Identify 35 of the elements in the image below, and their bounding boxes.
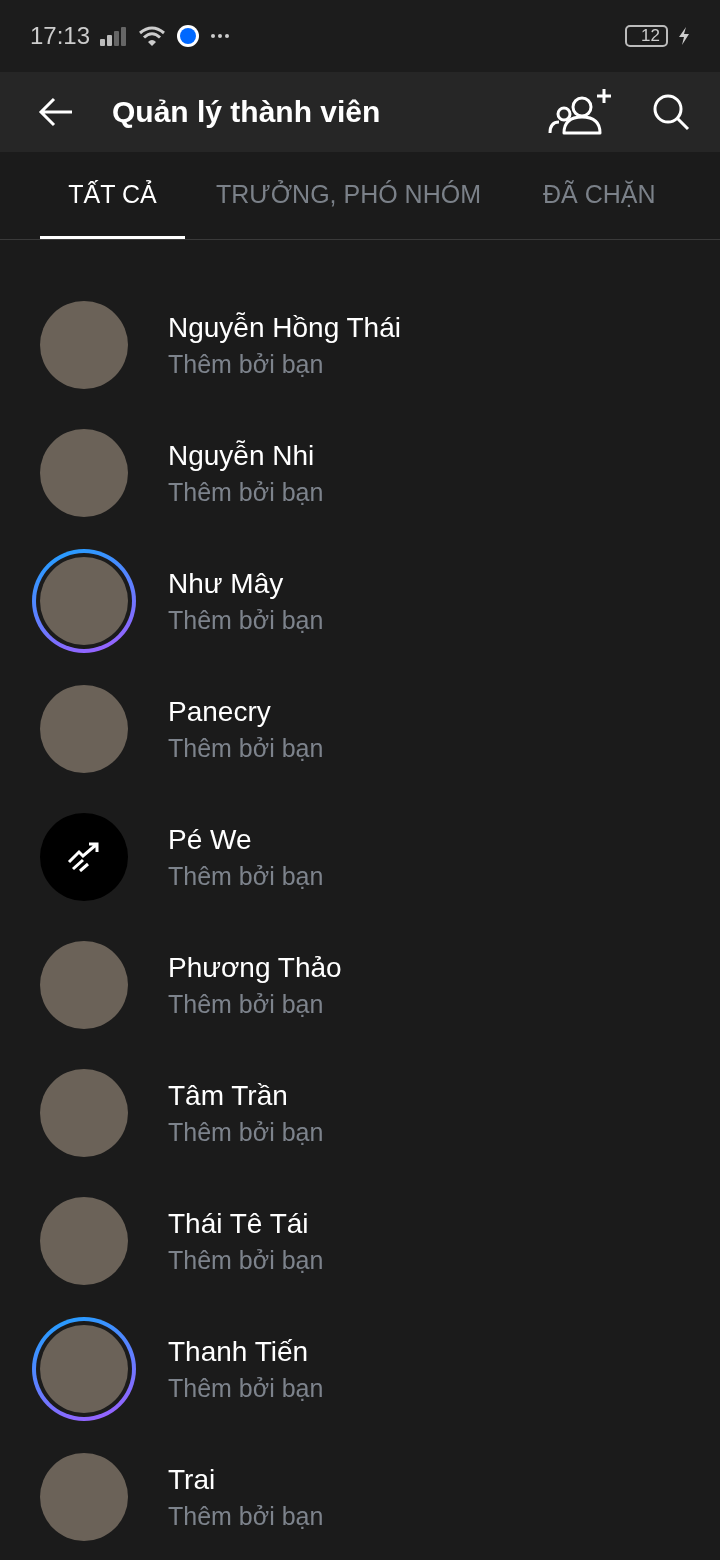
member-name: Thái Tê Tái [168,1207,310,1240]
more-dots-icon [210,33,231,39]
member-subtitle: Thêm bởi bạn [168,349,325,379]
wifi-icon [138,25,167,47]
member-subtitle: Thêm bởi bạn [168,1117,324,1147]
member-name: Pé We [168,823,253,856]
member-subtitle: Thêm bởi bạn [168,861,324,891]
back-arrow-icon[interactable] [38,97,74,127]
member-name: Nguyễn Hồng Thái [168,311,401,344]
member-name: Thanh Tiến [168,1335,310,1368]
member-name: Như Mây [168,567,285,600]
member-subtitle: Thêm bởi bạn [168,477,324,507]
search-icon[interactable] [652,93,690,131]
member-subtitle: Thêm bởi bạn [168,605,324,635]
member-subtitle: Thêm bởi bạn [168,1245,324,1275]
add-member-icon[interactable] [548,89,612,135]
member-name: Panecry [168,695,272,728]
member-name: Trai [168,1463,217,1496]
tab[interactable]: ĐÃ CHẶN [512,152,687,239]
member-name: Phương Thảo [168,951,342,984]
member-name: Nguyễn Nhi [168,439,316,472]
tab[interactable]: TẤT CẢ [40,152,185,239]
charging-bolt-icon [678,27,690,45]
member-name: Tâm Trần [168,1079,289,1112]
member-subtitle: Thêm bởi bạn [168,989,325,1019]
tab[interactable]: TRƯỞNG, PHÓ NHÓM [185,152,512,239]
signal-icon [100,26,129,46]
member-subtitle: Thêm bởi bạn [168,733,324,763]
trend-arrow-icon [67,842,101,872]
app-notification-icon [176,24,201,48]
battery-indicator: 12 [625,25,668,47]
member-subtitle: Thêm bởi bạn [168,1501,324,1531]
status-time: 17:13 [30,22,91,50]
member-subtitle: Thêm bởi bạn [168,1373,324,1403]
screen-title: Quản lý thành viên [112,95,381,129]
